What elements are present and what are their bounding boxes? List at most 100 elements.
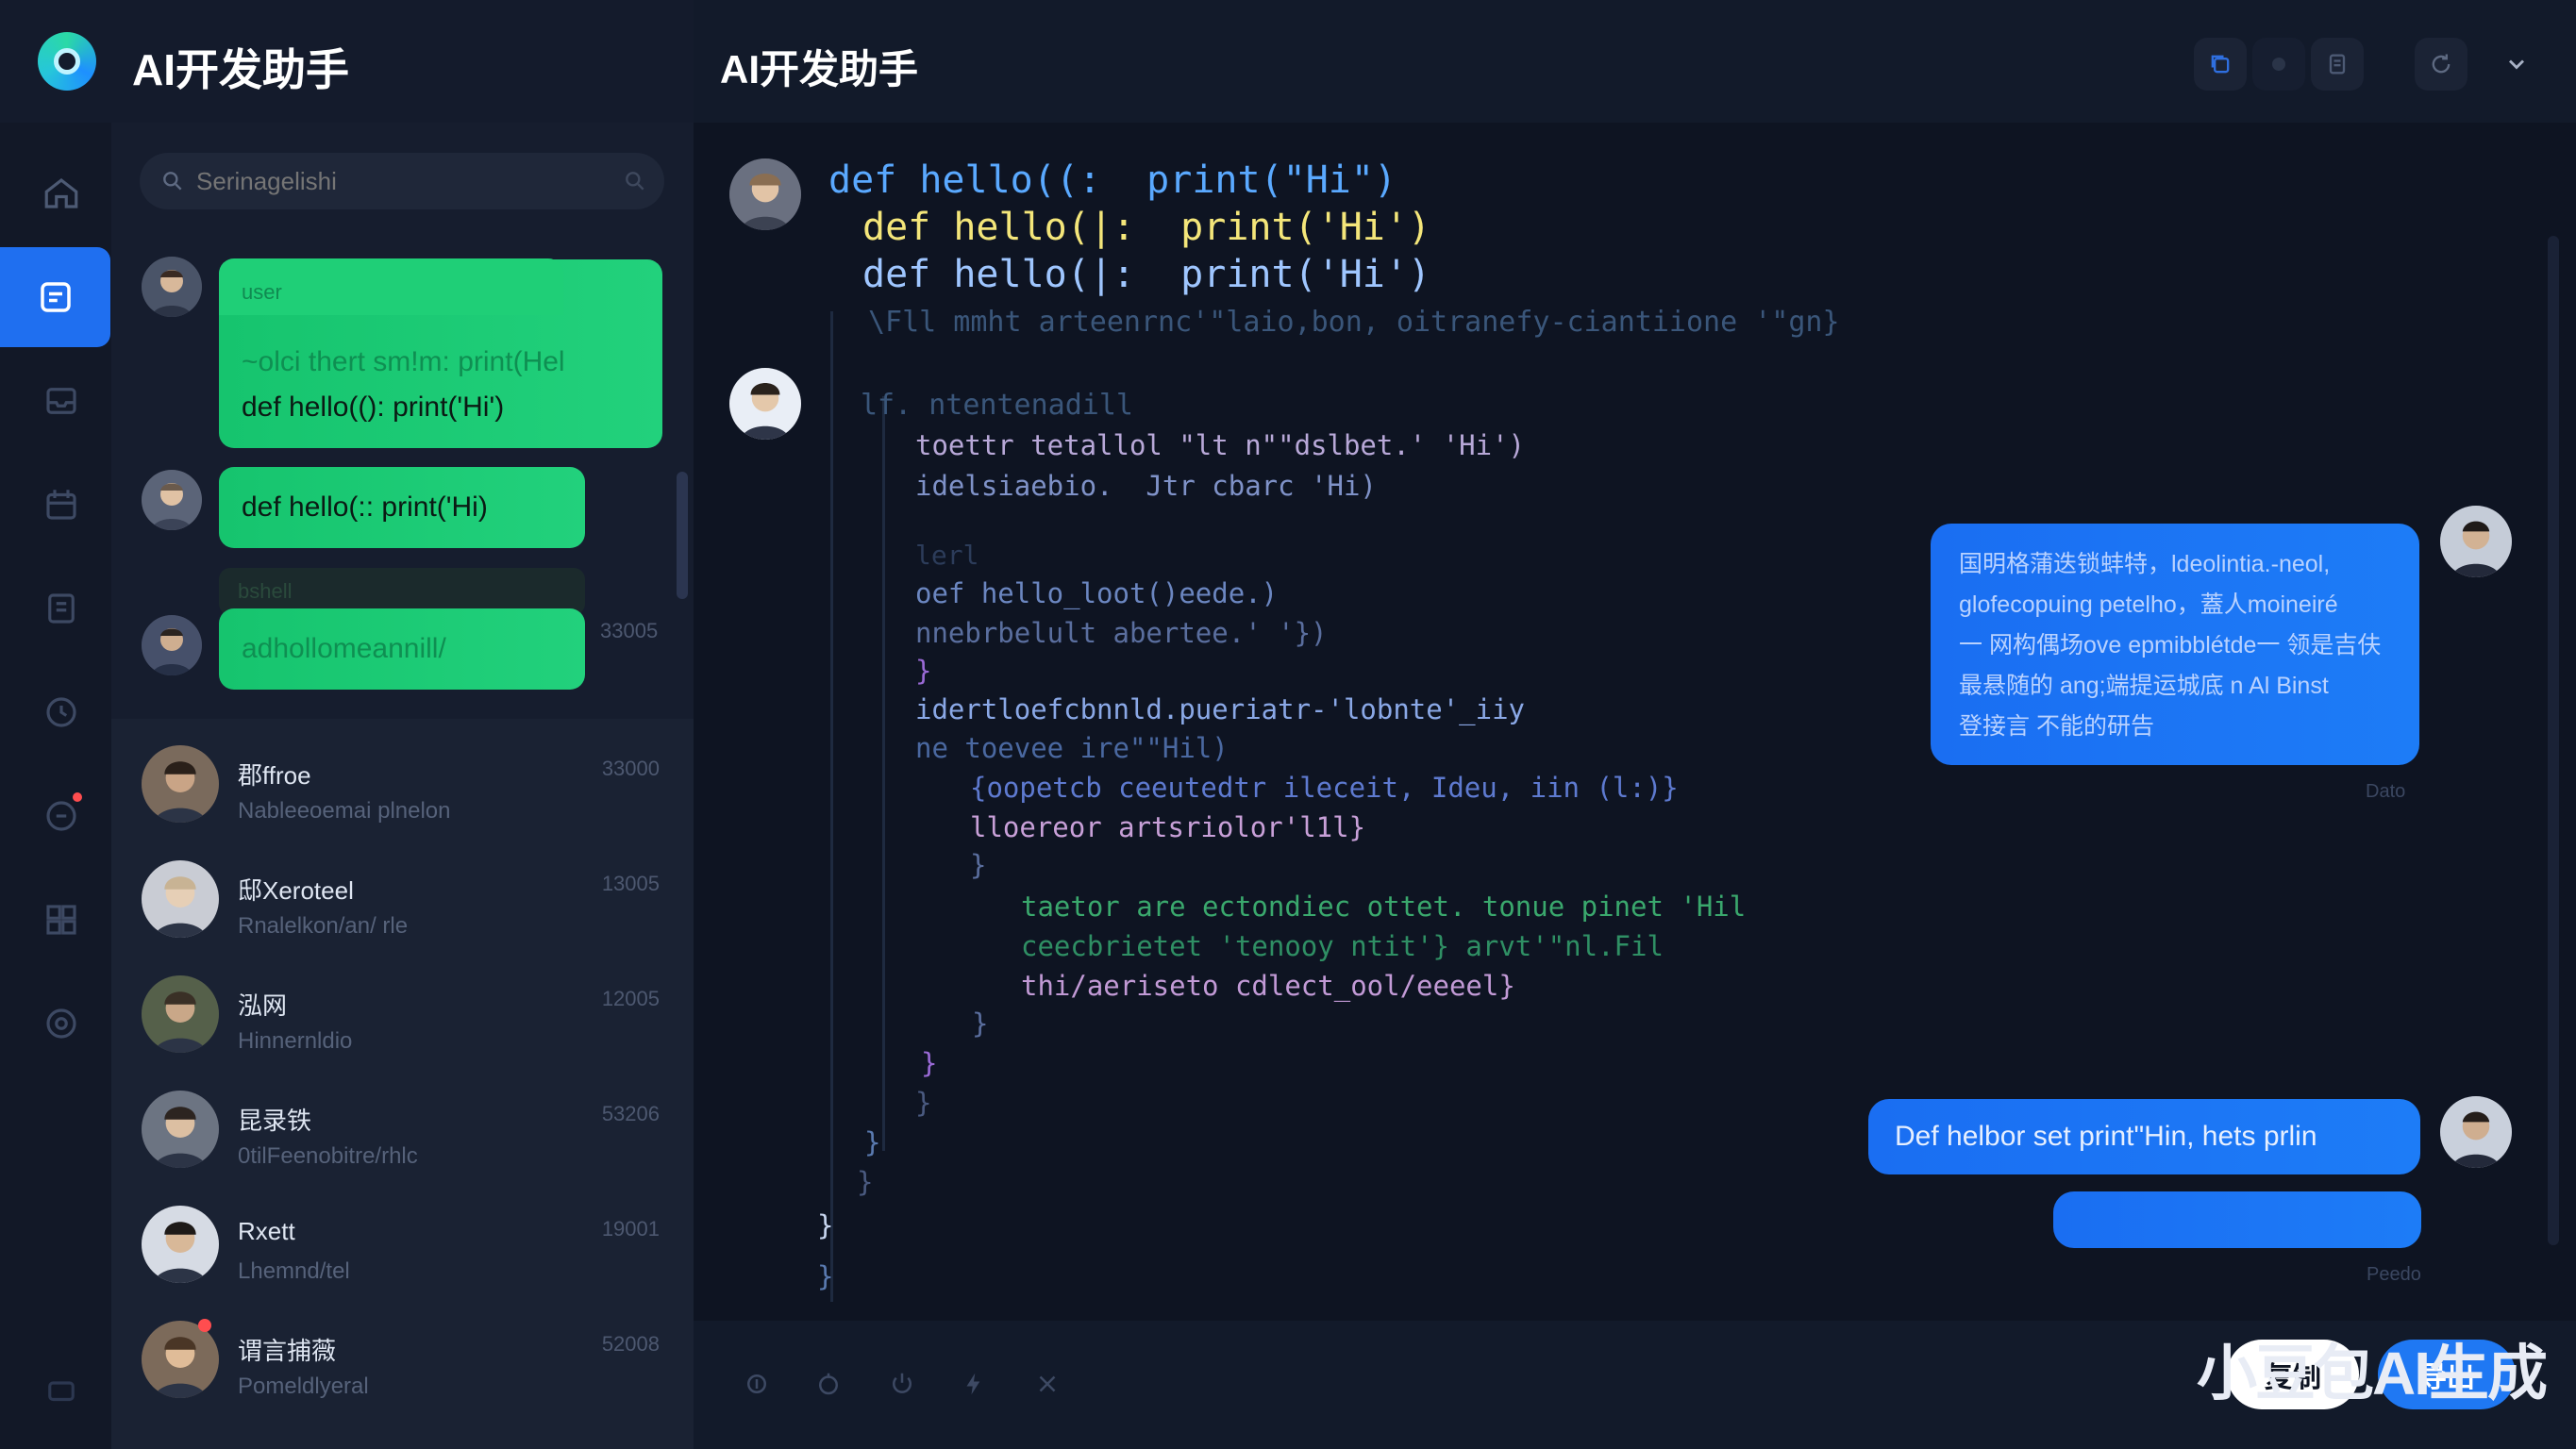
message-time: 33005 xyxy=(600,619,659,642)
calendar-icon xyxy=(45,490,76,520)
code-line: thi/aeriseto cdlect_ool/eeeel} xyxy=(1021,970,1515,1002)
power-button[interactable] xyxy=(878,1360,926,1407)
code-line: toettr tetallol "lt n""dslbet.' 'Hi') xyxy=(915,429,1526,461)
message-text: ~olci thert sm!m: print(Hel xyxy=(242,346,565,377)
list-scrollbar[interactable] xyxy=(677,472,688,599)
contact-time: 12005 xyxy=(601,987,660,1010)
avatar[interactable] xyxy=(729,158,801,230)
avatar[interactable] xyxy=(142,1206,219,1283)
avatar[interactable] xyxy=(142,975,219,1053)
avatar[interactable] xyxy=(2440,1096,2512,1168)
search-submit-icon[interactable] xyxy=(623,169,647,193)
rail-notifications[interactable] xyxy=(11,766,110,866)
avatar[interactable] xyxy=(142,1321,219,1398)
chevron-down-icon xyxy=(2509,59,2524,70)
theme-button[interactable] xyxy=(2252,38,2305,91)
avatar[interactable] xyxy=(142,860,219,938)
lightning-button[interactable] xyxy=(950,1360,997,1407)
message-time: Dato xyxy=(2366,781,2406,802)
scissors-button[interactable] xyxy=(1024,1360,1071,1407)
contact-time: 13005 xyxy=(601,872,660,895)
emoji-button[interactable] xyxy=(805,1360,852,1407)
avatar[interactable] xyxy=(142,1091,219,1168)
code-line: } xyxy=(817,1260,834,1292)
message-bubble[interactable]: adhollomeannill/ xyxy=(219,608,585,690)
message-time: Peedo xyxy=(2367,1264,2421,1285)
code-line: } xyxy=(921,1047,938,1079)
code-line: } xyxy=(915,1087,932,1119)
inbox-icon xyxy=(45,388,76,414)
code-line: lloereor artsriolor'l1l} xyxy=(970,811,1366,843)
avatar[interactable] xyxy=(142,615,202,675)
code-line: } xyxy=(970,849,987,881)
code-line: } xyxy=(915,655,932,687)
code-line: {oopetcb ceeutedtr ileceit, Ideu, iin (l… xyxy=(970,772,1679,804)
app-logo-icon xyxy=(38,32,96,91)
message-line: 一 网构偶场ove epmibblétde一 领是吉伕 xyxy=(1959,632,2382,658)
code-guide xyxy=(830,311,833,1302)
avatar[interactable] xyxy=(142,470,202,530)
code-line: ne toevee ire""Hil) xyxy=(915,732,1229,764)
rail-document[interactable] xyxy=(11,558,110,658)
search-bar[interactable] xyxy=(140,153,664,209)
contact-list: 郡ffroe Nableeoemai plnelon 33000 邸Xeroteel R… xyxy=(111,719,694,1449)
code-line: def hello(|: print('Hi') xyxy=(862,253,1431,296)
main-header: AI开发助手 xyxy=(694,0,2576,123)
message-bubble[interactable]: Def helbor set print"Hin, hets prlin xyxy=(1868,1099,2420,1174)
message-line: 国明格蒲迭锁蚌特，ldeolintia.-neol, xyxy=(1959,551,2331,577)
power-icon xyxy=(893,1373,912,1393)
rail-account[interactable] xyxy=(11,1340,110,1440)
contact-row[interactable]: 昆录铁 0tilFeenobitre/rhlc 53206 xyxy=(111,1075,694,1191)
notes-button[interactable] xyxy=(2311,38,2364,91)
code-line: def hello((: print("Hi") xyxy=(828,158,1397,202)
code-line: idertloefcbnnld.pueriatr-'lobnte'_iiy xyxy=(915,693,1526,725)
attach-button[interactable] xyxy=(733,1360,780,1407)
contact-preview: 0tilFeenobitre/rhlc xyxy=(238,1143,418,1169)
contact-row[interactable]: 郡ffroe Nableeoemai plnelon 33000 xyxy=(111,730,694,845)
avatar[interactable] xyxy=(142,745,219,823)
contact-time: 33000 xyxy=(601,757,660,780)
code-line: } xyxy=(857,1166,874,1198)
contact-row[interactable]: Rxett Lhemnd/tel 19001 xyxy=(111,1191,694,1306)
contact-name: 昆录铁 xyxy=(238,1107,312,1135)
avatar[interactable] xyxy=(142,257,202,317)
code-guide xyxy=(882,396,885,1151)
history-icon xyxy=(45,697,76,727)
search-input[interactable] xyxy=(194,165,594,197)
rail-grid[interactable] xyxy=(11,870,110,970)
message-bubble[interactable]: user ~olci thert sm!m: print(Hel def hel… xyxy=(219,258,662,448)
code-line: oef hello_loot()eede.) xyxy=(915,577,1279,609)
avatar[interactable] xyxy=(2440,506,2512,577)
message-bubble[interactable]: 国明格蒲迭锁蚌特，ldeolintia.-neol, glofecopuing … xyxy=(1931,524,2419,765)
rail-history[interactable] xyxy=(11,662,110,762)
avatar[interactable] xyxy=(729,368,801,440)
message-bubble-partial[interactable] xyxy=(2053,1191,2421,1248)
refresh-button[interactable] xyxy=(2415,38,2467,91)
rail-home[interactable] xyxy=(11,143,110,243)
message-line: glofecopuing petelho，蓋人moineiré xyxy=(1959,591,2338,618)
lightning-icon xyxy=(966,1373,980,1395)
chat-scrollbar[interactable] xyxy=(2548,236,2559,1245)
rail-inbox[interactable] xyxy=(11,351,110,451)
contact-row[interactable]: 邸Xeroteel Rnalelkon/an/ rle 13005 xyxy=(111,845,694,960)
rail-settings[interactable] xyxy=(11,974,110,1074)
code-line: lf. ntentenadill xyxy=(861,389,1133,422)
code-line: } xyxy=(817,1209,834,1241)
rail-chat[interactable] xyxy=(0,247,110,347)
account-icon xyxy=(47,1381,75,1402)
unread-badge xyxy=(198,1319,211,1332)
brand-title: AI开发助手 xyxy=(132,45,349,94)
message-text: def hello((): print('Hi') xyxy=(242,391,505,423)
grid-icon xyxy=(45,905,76,935)
message-bubble[interactable]: def hello(:: print('Hi) xyxy=(219,467,585,548)
home-icon xyxy=(44,178,77,208)
notes-icon xyxy=(2329,54,2346,75)
contact-row[interactable]: 泓网 Hinnernldio 12005 xyxy=(111,960,694,1075)
copy-window-button[interactable] xyxy=(2194,38,2247,91)
document-icon xyxy=(47,593,75,624)
icon-rail xyxy=(0,123,111,1449)
rail-calendar[interactable] xyxy=(11,455,110,555)
copy-icon xyxy=(2211,55,2230,74)
dropdown-button[interactable] xyxy=(2490,38,2543,91)
contact-name: Rxett xyxy=(238,1217,295,1245)
